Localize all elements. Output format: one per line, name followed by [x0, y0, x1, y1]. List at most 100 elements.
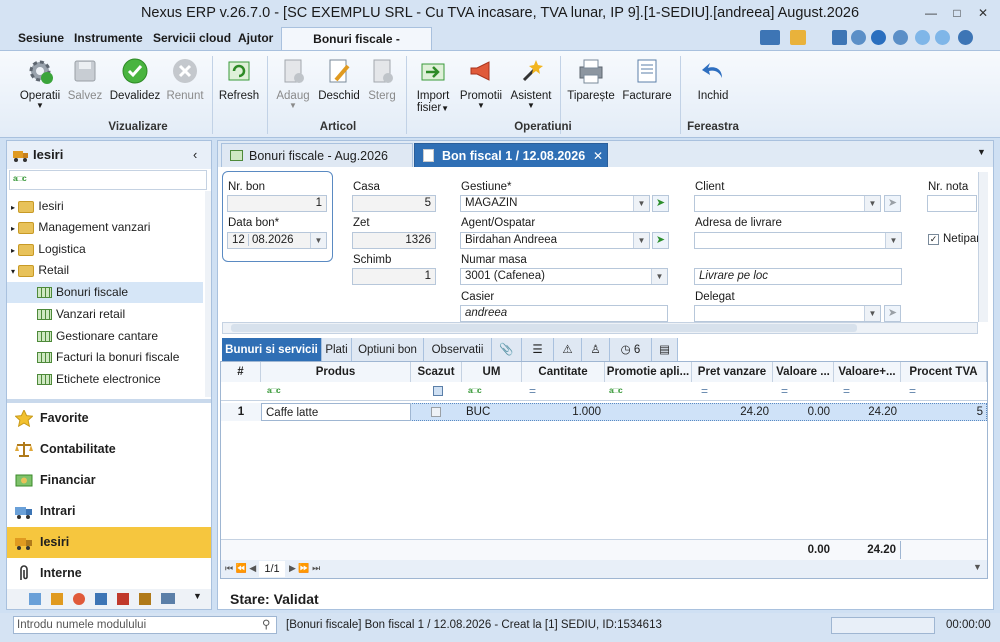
checklist-icon[interactable]: ☰ [522, 338, 554, 362]
filter-checkbox[interactable] [433, 386, 443, 396]
form-vertical-scrollbar[interactable] [978, 172, 988, 322]
nr-nota-field[interactable] [927, 195, 977, 212]
promotii-button[interactable]: Promotii ▼ [458, 54, 504, 120]
subtab-optiuni-bon[interactable]: Optiuni bon [352, 338, 424, 362]
delegat-select[interactable]: ▼ [694, 305, 881, 322]
tree-item-retail[interactable]: ▾ Retail [7, 260, 203, 281]
close-tab-icon[interactable]: ✕ [593, 144, 603, 168]
window-layout-icon[interactable] [760, 30, 780, 45]
chevron-down-icon[interactable]: ▼ [651, 269, 667, 284]
tree-item-logistica[interactable]: ▸ Logistica [7, 239, 203, 260]
panel-icon[interactable] [790, 30, 806, 45]
nav-favorite[interactable]: Favorite [7, 403, 211, 434]
help-icon[interactable] [851, 30, 866, 45]
filter-icon[interactable]: a□c [609, 386, 623, 395]
maximize-button[interactable]: □ [946, 4, 968, 22]
chevron-down-icon[interactable]: ▼ [193, 591, 202, 601]
client-select[interactable]: ▼ [694, 195, 881, 212]
chevron-down-icon[interactable]: ▼ [310, 233, 326, 248]
gestiune-select[interactable]: MAGAZIN ▼ [460, 195, 650, 212]
people-icon[interactable] [139, 593, 151, 605]
nav-intrari[interactable]: Intrari [7, 496, 211, 527]
asistent-button[interactable]: Asistent ▼ [508, 54, 554, 120]
col-header-valoare-tva[interactable]: Valoare+... [834, 362, 901, 382]
tree-item-bonuri-fiscale[interactable]: Bonuri fiscale [7, 282, 203, 303]
nr-bon-field[interactable]: 1 [227, 195, 327, 212]
col-header-um[interactable]: UM [462, 362, 522, 382]
netipar-checkbox[interactable]: ✓ [928, 234, 939, 245]
chevron-down-icon[interactable]: ▼ [864, 196, 880, 211]
renunt-button[interactable]: Renunt [164, 54, 206, 120]
go-agent-icon[interactable]: ➤ [652, 232, 669, 249]
chevron-down-icon[interactable]: ▼ [885, 233, 901, 248]
tree-item-facturi-la-bonuri-fiscale[interactable]: Facturi la bonuri fiscale [7, 347, 203, 368]
tree-filter-input[interactable]: a□c [9, 170, 207, 190]
pager-next-icon[interactable]: ▶ ⏩ ⏭ [289, 563, 320, 574]
nav-contabilitate[interactable]: Contabilitate [7, 434, 211, 465]
tree-item-etichete-electronice[interactable]: Etichete electronice [7, 369, 203, 390]
col-header-nr[interactable]: # [221, 362, 261, 382]
adaug-button[interactable]: Adaug ▼ [273, 54, 313, 120]
notes-icon[interactable]: ▤ [652, 338, 678, 362]
schimb-field[interactable]: 1 [352, 268, 436, 285]
menu-sesiune[interactable]: Sesiune [18, 27, 64, 50]
go-delegat-icon[interactable]: ➤ [884, 305, 901, 322]
tools-icon[interactable] [95, 593, 107, 605]
col-header-cantitate[interactable]: Cantitate [522, 362, 605, 382]
filter-equals-icon[interactable]: = [843, 384, 850, 398]
module-icon[interactable] [29, 593, 41, 605]
deschid-button[interactable]: Deschid [315, 54, 363, 120]
col-header-valoare[interactable]: Valoare ... [773, 362, 834, 382]
filter-equals-icon[interactable]: = [909, 384, 916, 398]
doc-tab-bon-fiscal[interactable]: Bon fiscal 1 / 12.08.2026 ✕ [414, 143, 608, 167]
menu-instrumente[interactable]: Instrumente [74, 27, 143, 50]
module-search-input[interactable]: Introdu numele modulului ⚲ [13, 616, 277, 634]
factory-icon[interactable] [117, 593, 129, 605]
grid-menu-icon[interactable]: ▼ [973, 562, 982, 572]
minimize-button[interactable]: — [920, 4, 942, 22]
support-icon[interactable] [871, 30, 886, 45]
col-header-promotie[interactable]: Promotie apli... [605, 362, 692, 382]
col-header-procent-tva[interactable]: Procent TVA [901, 362, 987, 382]
tree-scrollbar[interactable] [205, 191, 211, 397]
filter-icon[interactable]: a□c [267, 386, 281, 395]
chevron-down-icon[interactable]: ▼ [864, 306, 880, 321]
tabs-menu-icon[interactable]: ▼ [977, 147, 986, 157]
col-header-scazut[interactable]: Scazut [411, 362, 462, 382]
form-horizontal-scrollbar[interactable] [222, 322, 978, 334]
livrare-field[interactable]: Livrare pe loc [694, 268, 902, 285]
collapse-icon[interactable]: ‹ [193, 141, 197, 169]
cell-scazut-checkbox[interactable] [431, 407, 441, 417]
casa-field[interactable]: 5 [352, 195, 436, 212]
filter-equals-icon[interactable]: = [529, 384, 536, 398]
agent-select[interactable]: Birdahan Andreea ▼ [460, 232, 650, 249]
cell-produs[interactable]: Caffe latte [261, 403, 411, 421]
facturare-button[interactable]: Facturare [620, 54, 674, 120]
close-button[interactable]: ✕ [972, 4, 994, 22]
nav-interne[interactable]: Interne [7, 558, 211, 589]
card-icon[interactable] [161, 593, 175, 604]
filter-equals-icon[interactable]: = [781, 384, 788, 398]
menu-servicii-cloud[interactable]: Servicii cloud [153, 27, 231, 50]
subtab-observatii[interactable]: Observatii [424, 338, 492, 362]
pager-first-icon[interactable]: ⏮ ⏪ ◀ [225, 563, 256, 574]
doc-tab-bonuri-fiscale-list[interactable]: Bonuri fiscale - Aug.2026 [221, 143, 413, 167]
tree-item-vanzari-retail[interactable]: Vanzari retail [7, 304, 203, 325]
nav-iesiri[interactable]: Iesiri [7, 527, 211, 558]
adresa-select[interactable]: ▼ [694, 232, 902, 249]
nav-financiar[interactable]: Financiar [7, 465, 211, 496]
mail-icon[interactable] [832, 30, 847, 45]
zet-field[interactable]: 1326 [352, 232, 436, 249]
chevron-down-icon[interactable]: ▼ [633, 196, 649, 211]
tree-item-management-vanzari[interactable]: ▸ Management vanzari [7, 217, 203, 238]
salvez-button[interactable]: Salvez [64, 54, 106, 120]
menu-ajutor[interactable]: Ajutor [238, 27, 273, 50]
tree-item-iesiri[interactable]: ▸ Iesiri [7, 196, 203, 217]
data-bon-field[interactable]: 12 08.2026 ▼ [227, 232, 327, 249]
masa-select[interactable]: 3001 (Cafenea) ▼ [460, 268, 668, 285]
subtab-bunuri-si-servicii[interactable]: Bunuri si servicii [222, 338, 322, 362]
tipareste-button[interactable]: Tiparește [564, 54, 618, 120]
refresh-button[interactable]: Refresh [217, 54, 261, 120]
settings-icon[interactable] [958, 30, 973, 45]
go-client-icon[interactable]: ➤ [884, 195, 901, 212]
